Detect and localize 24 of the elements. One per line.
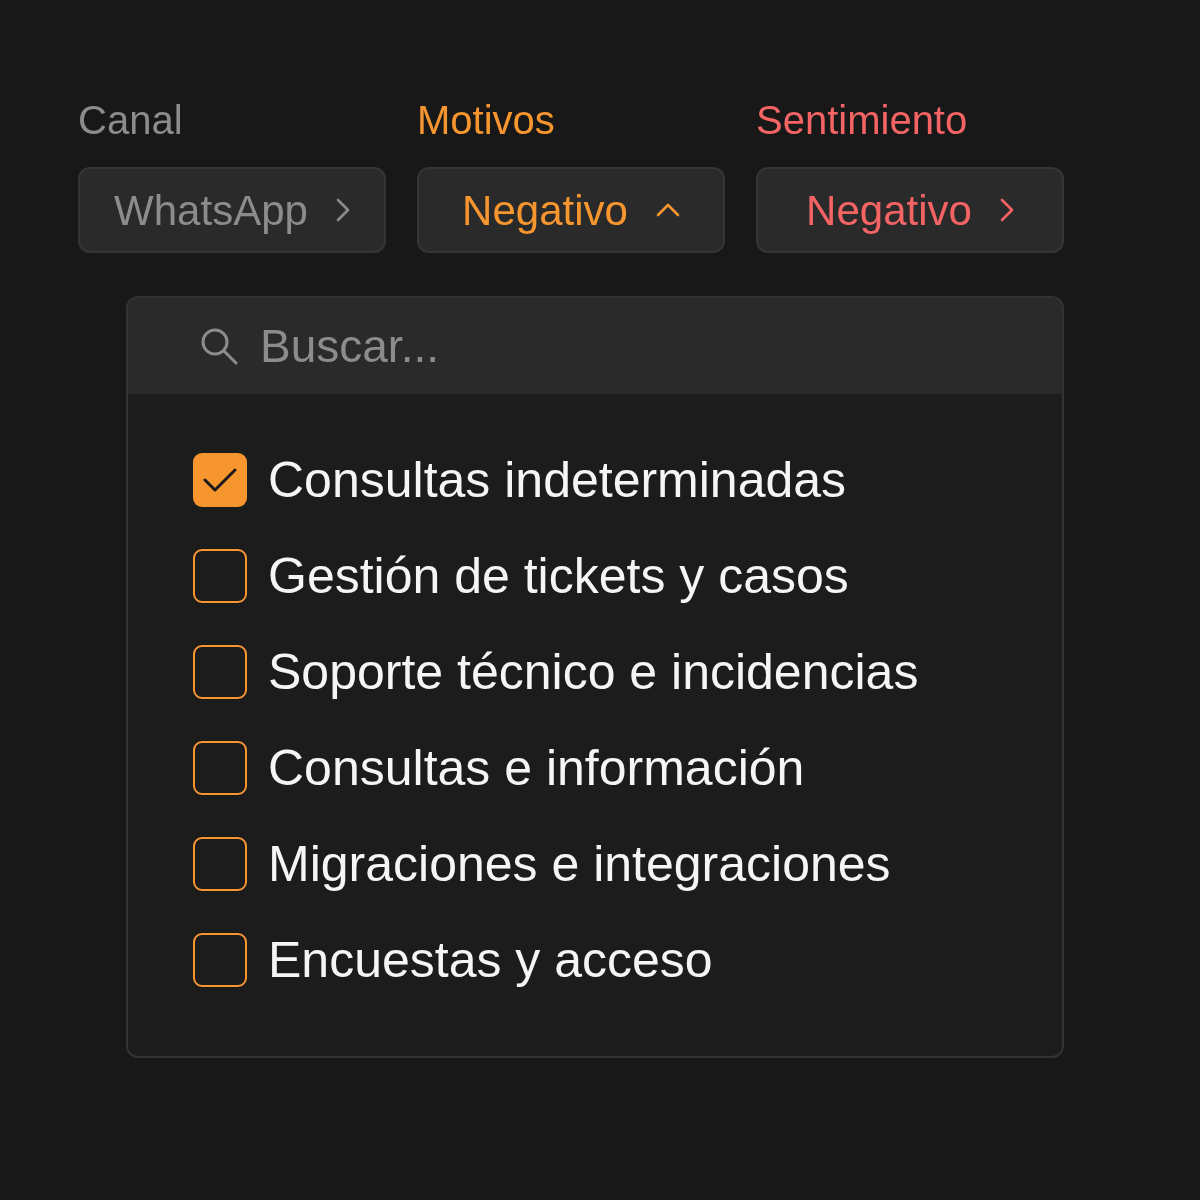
- option-label: Soporte técnico e incidencias: [268, 643, 919, 702]
- checkbox[interactable]: [193, 837, 247, 891]
- chevron-right-icon: [335, 198, 350, 222]
- checkbox[interactable]: [193, 453, 247, 507]
- filter-dropdown-button[interactable]: Negativo: [417, 167, 725, 253]
- option-label: Migraciones e integraciones: [268, 835, 891, 894]
- option-label: Gestión de tickets y casos: [268, 547, 849, 606]
- filter-dropdown-button[interactable]: Negativo: [756, 167, 1064, 253]
- checkmark-icon: [203, 468, 237, 492]
- checkbox[interactable]: [193, 645, 247, 699]
- chevron-right-icon: [999, 198, 1014, 222]
- checkbox[interactable]: [193, 933, 247, 987]
- chevron-up-icon: [655, 203, 680, 217]
- search-icon: [200, 327, 238, 365]
- option-label: Encuestas y acceso: [268, 931, 713, 990]
- checkbox[interactable]: [193, 549, 247, 603]
- filter-label: Motivos: [417, 97, 555, 144]
- filter-label: Sentimiento: [756, 97, 968, 144]
- search-field[interactable]: Buscar...: [128, 298, 1062, 394]
- filter-label: Canal: [78, 97, 183, 144]
- filter-dropdown-button[interactable]: WhatsApp: [78, 167, 386, 253]
- checkbox[interactable]: [193, 741, 247, 795]
- option-label: Consultas indeterminadas: [268, 451, 847, 510]
- option-label: Consultas e información: [268, 739, 805, 798]
